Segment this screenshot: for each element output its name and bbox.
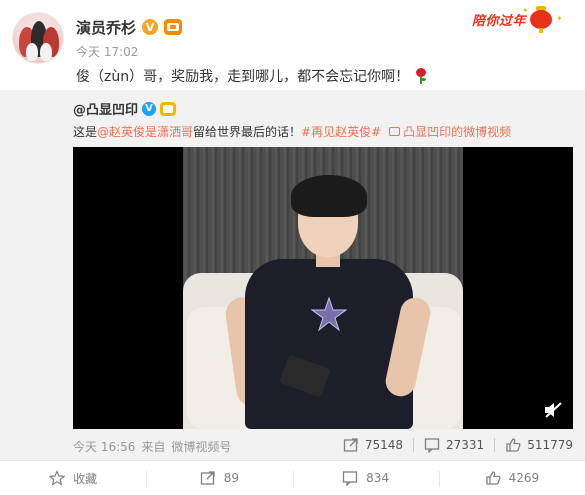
reposted-content: @凸显凹印 V 这是 @赵英俊是潇洒哥 留给世界最后的话！ #再见赵英俊# 凸显… [0, 90, 585, 460]
post-text-content: 俊（zùn）哥，奖励我，走到哪儿，都不会忘记你啊！ [76, 69, 410, 85]
comment-count: 834 [366, 471, 390, 485]
source-app[interactable]: 微博视频号 [171, 438, 231, 455]
original-repost-stat[interactable]: 75148 [343, 437, 403, 453]
repost-icon [343, 438, 358, 452]
vip-crown-icon[interactable] [164, 19, 183, 35]
video-frame [183, 147, 463, 429]
post-text: 俊（zùn）哥，奖励我，走到哪儿，都不会忘记你啊！ [76, 66, 428, 86]
original-repost-count: 75148 [364, 438, 403, 452]
video-source-link[interactable]: 凸显凹印的微博视频 [403, 123, 511, 140]
from-label: 来自 [141, 439, 166, 454]
original-like-stat[interactable]: 511779 [505, 437, 573, 453]
like-count: 4269 [508, 471, 540, 485]
author-avatar[interactable] [12, 12, 64, 64]
repost-meta-row: 今天 16:56 来自 微博视频号 75148 27331 511779 [73, 437, 573, 455]
comment-icon [343, 471, 358, 486]
festival-badge[interactable]: 陪你过年 ✦ ✦ [466, 4, 563, 34]
post-timestamp[interactable]: 今天 17:02 [76, 43, 138, 60]
vip-crown-icon[interactable] [160, 101, 177, 116]
original-author-name[interactable]: @凸显凹印 [73, 99, 138, 118]
text-middle: 留给世界最后的话！ [193, 125, 302, 139]
mention-link[interactable]: @赵英俊是潇洒哥 [97, 123, 193, 140]
lantern-icon [528, 4, 554, 33]
author-name[interactable]: 演员乔杉 [76, 17, 136, 38]
author-row: 演员乔杉 V [76, 16, 183, 38]
like-icon [506, 438, 521, 452]
verified-v-icon: V [142, 101, 157, 116]
original-like-count: 511779 [527, 438, 573, 452]
favorite-button[interactable]: 收藏 [0, 461, 146, 495]
original-stats: 75148 27331 511779 [343, 437, 573, 453]
repost-button[interactable]: 89 [146, 461, 292, 495]
hashtag-link[interactable]: #再见赵英俊# [301, 123, 381, 140]
video-source-icon [389, 127, 401, 136]
original-post-text: 这是 @赵英俊是潇洒哥 留给世界最后的话！ #再见赵英俊# 凸显凹印的微博视频 [73, 123, 511, 140]
comment-button[interactable]: 834 [292, 461, 439, 495]
favorite-icon [49, 470, 66, 486]
repost-count: 89 [223, 471, 240, 485]
verified-v-icon: V [142, 19, 159, 35]
video-player[interactable] [73, 147, 573, 429]
mute-icon[interactable] [543, 401, 563, 419]
original-comment-stat[interactable]: 27331 [424, 437, 484, 453]
action-bar: 收藏 89 834 4269 [0, 460, 585, 495]
rose-emoji-icon [414, 68, 428, 84]
badge-text: 陪你过年 [472, 14, 527, 29]
post-time[interactable]: 今天 17:02 [76, 43, 138, 60]
original-comment-count: 27331 [446, 438, 485, 452]
text-prefix: 这是 [73, 125, 98, 139]
favorite-label: 收藏 [73, 471, 98, 486]
like-icon [485, 471, 501, 485]
comment-icon [424, 438, 440, 453]
original-time[interactable]: 今天 16:56 [73, 438, 135, 455]
like-button[interactable]: 4269 [438, 461, 585, 495]
weibo-post-card: 演员乔杉 V 今天 17:02 陪你过年 ✦ ✦ 俊（zùn）哥，奖励我，走到哪… [0, 0, 585, 495]
original-author-row: @凸显凹印 V [73, 99, 177, 118]
repost-icon [200, 471, 215, 485]
